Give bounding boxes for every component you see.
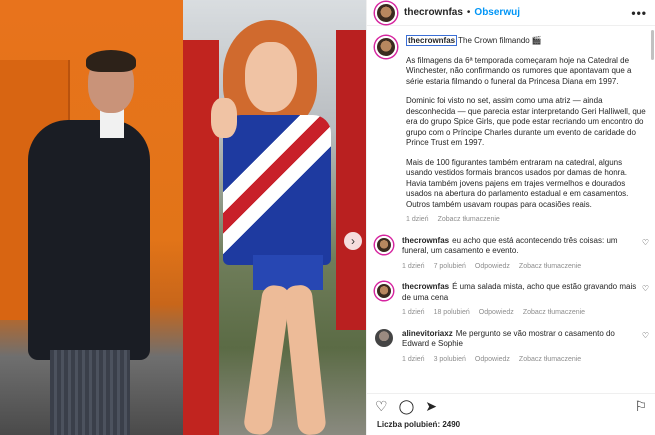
likes-count[interactable]: Liczba polubień: 2490 (377, 420, 460, 429)
comment-item: thecrownfas É uma salada mista, acho que … (367, 272, 655, 319)
comment-like-icon[interactable]: ♡ (642, 331, 649, 340)
comment-body: alinevitoriaxz Me pergunto se vão mostrar… (402, 329, 640, 366)
comment-username[interactable]: thecrownfas (402, 236, 449, 245)
post-header: thecrownfas • Obserwuj ••• (367, 0, 655, 26)
comment-meta: 1 dzień 3 polubień Odpowiedz Zobacz tłum… (402, 355, 640, 366)
woman-face (245, 42, 297, 112)
comment-body: thecrownfas É uma salada mista, acho que … (402, 282, 640, 319)
see-translation-link[interactable]: Zobacz tłumaczenie (519, 355, 581, 366)
woman-leg-left (242, 283, 292, 435)
caption-paragraph-1: As filmagens da 6ª temporada começaram h… (406, 55, 632, 86)
carousel-next-icon[interactable]: › (344, 232, 362, 250)
photo-right-panel (183, 0, 366, 435)
bookmark-icon[interactable]: ⚐ (634, 399, 647, 413)
comment-time: 1 dzień (402, 309, 425, 316)
header-username[interactable]: thecrownfas (404, 7, 463, 18)
comment-body: thecrownfas eu acho que está acontecendo … (402, 236, 640, 273)
more-options-icon[interactable]: ••• (631, 6, 647, 20)
reply-button[interactable]: Odpowiedz (479, 308, 514, 319)
follow-button[interactable]: Obserwuj (474, 7, 520, 18)
comment-time: 1 dzień (402, 355, 425, 363)
share-icon[interactable]: ➤ (425, 399, 437, 413)
caption-username[interactable]: thecrownfas (406, 35, 458, 46)
comment-item: thecrownfas eu acho que está acontecendo … (367, 226, 655, 273)
comments-scroll-area[interactable]: thecrownfas The Crown filmando 🎬 As filma… (367, 30, 655, 390)
post-actions: ♡ ◯ ➤ ⚐ (367, 393, 655, 417)
man-trousers (50, 350, 130, 435)
caption-time: 1 dzień (406, 216, 429, 223)
see-translation-link[interactable]: Zobacz tłumaczenie (519, 262, 581, 273)
see-translation-link[interactable]: Zobacz tłumaczenie (523, 308, 585, 319)
man-coat (28, 120, 150, 360)
comment-like-icon[interactable]: ♡ (642, 238, 649, 247)
avatar[interactable] (375, 235, 393, 254)
comment-likes[interactable]: 7 polubień (434, 262, 466, 273)
caption-paragraph-3: Mais de 100 figurantes também entraram n… (406, 157, 629, 209)
caption-title: The Crown filmando 🎬 (458, 36, 542, 45)
union-jack-jacket (223, 115, 331, 265)
comment-likes[interactable]: 18 polubień (434, 308, 470, 319)
reply-button[interactable]: Odpowiedz (475, 262, 510, 273)
caption-body: thecrownfas The Crown filmando 🎬 As filma… (406, 35, 647, 226)
caption-meta: 1 dzień Zobacz tłumaczenie (406, 215, 647, 226)
man-hair (86, 50, 136, 72)
red-uniform-figure-2 (336, 30, 366, 330)
comment-meta: 1 dzień 7 polubień Odpowiedz Zobacz tłum… (402, 262, 640, 273)
post-caption: thecrownfas The Crown filmando 🎬 As filma… (367, 30, 655, 226)
avatar[interactable] (375, 282, 393, 300)
red-uniform-figure (183, 40, 219, 435)
comment-item: alinevitoriaxz Me pergunto se vão mostrar… (367, 319, 655, 366)
caption-paragraph-2: Dominic foi visto no set, assim como uma… (406, 96, 646, 147)
comment-like-icon[interactable]: ♡ (642, 284, 649, 293)
comment-time: 1 dzień (402, 262, 425, 270)
header-separator: • (466, 7, 471, 18)
avatar[interactable] (375, 36, 397, 58)
comment-username[interactable]: alinevitoriaxz (402, 329, 453, 338)
comment-username[interactable]: thecrownfas (402, 282, 449, 291)
scrollbar[interactable] (651, 30, 654, 60)
woman-shorts (253, 255, 323, 290)
comment-likes[interactable]: 3 polubień (434, 355, 466, 366)
comment-meta: 1 dzień 18 polubień Odpowiedz Zobacz tłu… (402, 308, 640, 319)
woman-leg-right (283, 283, 327, 435)
waving-hand (211, 98, 237, 138)
avatar[interactable] (375, 328, 393, 347)
comment-icon[interactable]: ◯ (399, 399, 415, 413)
see-translation-link[interactable]: Zobacz tłumaczenie (438, 215, 500, 226)
avatar[interactable] (375, 1, 397, 24)
post-sidebar: thecrownfas • Obserwuj ••• thecrownfas Th… (366, 0, 655, 435)
like-icon[interactable]: ♡ (375, 399, 388, 413)
photo-left-panel (0, 0, 183, 435)
post-image[interactable]: › (0, 0, 366, 435)
reply-button[interactable]: Odpowiedz (475, 355, 510, 366)
